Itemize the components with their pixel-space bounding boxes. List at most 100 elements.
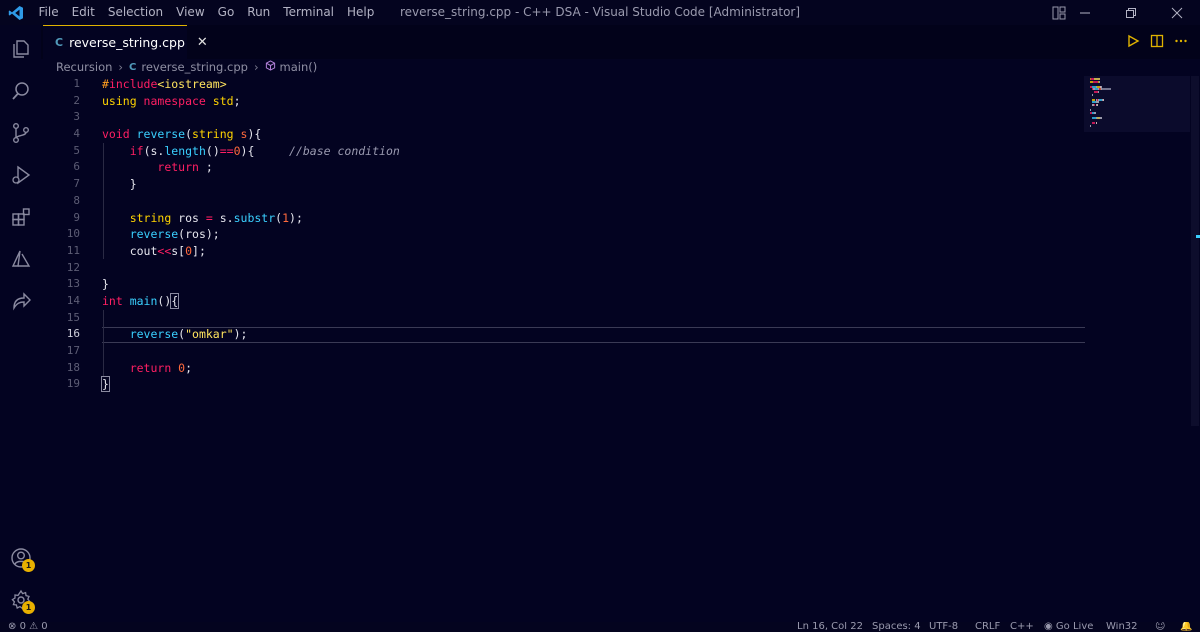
menu-file[interactable]: File	[32, 0, 65, 25]
azure-icon[interactable]	[0, 238, 41, 280]
settings-badge: 1	[22, 601, 35, 614]
code-line: using namespace std;	[102, 93, 241, 108]
activity-bar: 1 1	[0, 25, 41, 622]
restore-button[interactable]	[1108, 0, 1154, 25]
line-number: 14	[66, 293, 80, 307]
feedback-icon[interactable]: ☺	[1155, 622, 1165, 632]
chevron-right-icon: ›	[253, 60, 259, 74]
minimap-token	[1097, 104, 1099, 106]
problems-status[interactable]: ⊗ 0 ⚠ 0	[8, 622, 48, 632]
platform-status[interactable]: Win32	[1106, 622, 1138, 632]
warning-icon: ⚠	[29, 622, 39, 632]
minimap-token	[1096, 122, 1097, 125]
menu-go[interactable]: Go	[211, 0, 241, 25]
line-number: 12	[66, 260, 80, 274]
line-number-active: 16	[66, 327, 80, 341]
minimap-token	[1100, 117, 1102, 119]
accounts-badge: 1	[22, 559, 35, 572]
breadcrumb-file[interactable]: reverse_string.cpp	[141, 60, 248, 74]
cpp-file-icon: C	[55, 36, 64, 49]
line-numbers: 1 2 3 4 5 6 7 8 9 10 11 12 13 14 15 16 1…	[41, 76, 91, 393]
code-editor[interactable]: 1 2 3 4 5 6 7 8 9 10 11 12 13 14 15 16 1…	[41, 76, 1200, 622]
code-line: if(s.length()==0){ //base condition	[129, 143, 400, 158]
error-icon: ⊗	[8, 622, 17, 632]
search-icon[interactable]	[0, 70, 41, 112]
menu-run[interactable]: Run	[241, 0, 277, 25]
line-number: 3	[73, 110, 80, 124]
menu-help[interactable]: Help	[341, 0, 381, 25]
eol-status[interactable]: CRLF	[975, 622, 1000, 632]
minimap-token	[1090, 124, 1091, 127]
line-number: 13	[66, 277, 80, 291]
source-control-icon[interactable]	[0, 112, 41, 154]
line-number: 7	[73, 177, 80, 191]
line-number: 1	[73, 77, 80, 90]
line-number: 15	[66, 310, 80, 324]
line-number: 11	[66, 243, 80, 257]
line-number: 10	[66, 227, 80, 241]
run-debug-icon[interactable]	[0, 154, 41, 196]
go-live-button[interactable]: ◉ Go Live	[1044, 622, 1093, 632]
minimap-token	[1099, 80, 1100, 83]
line-number: 19	[66, 377, 80, 391]
title-bar: File Edit Selection View Go Run Terminal…	[0, 0, 1200, 25]
broadcast-icon: ◉	[1044, 622, 1053, 632]
tab-reverse-string-cpp[interactable]: C reverse_string.cpp ✕	[43, 25, 208, 59]
cursor-position[interactable]: Ln 16, Col 22	[797, 622, 863, 632]
split-editor-icon[interactable]	[1150, 33, 1164, 52]
warning-count: 0	[41, 622, 48, 632]
explorer-icon[interactable]	[0, 28, 41, 70]
window-title: reverse_string.cpp - C++ DSA - Visual St…	[399, 5, 801, 19]
menu-edit[interactable]: Edit	[65, 0, 101, 25]
line-number: 2	[73, 93, 80, 107]
encoding-status[interactable]: UTF-8	[929, 622, 958, 632]
code-line: reverse(ros);	[129, 227, 220, 242]
minimize-button[interactable]	[1062, 0, 1108, 25]
menu-terminal[interactable]: Terminal	[277, 0, 341, 25]
settings-gear-icon[interactable]: 1	[0, 579, 41, 621]
code-line: reverse("omkar");	[129, 327, 248, 342]
line-number: 18	[66, 360, 80, 374]
line-number: 4	[73, 127, 80, 141]
vscode-logo-icon	[0, 0, 32, 25]
run-file-icon[interactable]	[1126, 33, 1140, 52]
menu-view[interactable]: View	[170, 0, 211, 25]
minimap-token	[1092, 93, 1093, 96]
chevron-right-icon: ›	[118, 60, 124, 74]
vertical-scrollbar-thumb[interactable]	[1191, 76, 1199, 426]
tab-label: reverse_string.cpp	[69, 35, 185, 50]
code-lines: #include<iostream> using namespace std; v…	[101, 76, 400, 393]
minimap-token	[1094, 111, 1096, 114]
line-number: 17	[66, 344, 80, 357]
live-share-icon[interactable]	[0, 280, 41, 322]
go-live-label: Go Live	[1055, 622, 1094, 632]
code-line: cout<<s[0];	[102, 243, 206, 258]
line-number: 6	[73, 160, 80, 174]
code-line: }	[101, 376, 110, 393]
status-bar: ⊗ 0 ⚠ 0 Ln 16, Col 22 Spaces: 4 UTF-8 CR…	[0, 622, 1200, 632]
code-line: void reverse(string s){	[102, 127, 262, 142]
close-tab-icon[interactable]: ✕	[197, 35, 208, 50]
extensions-icon[interactable]	[0, 196, 41, 238]
code-line: string ros = s.substr(1);	[129, 210, 303, 225]
breadcrumb-symbol[interactable]: main()	[280, 60, 318, 74]
code-line: return ;	[157, 160, 213, 175]
menu-selection[interactable]: Selection	[101, 0, 169, 25]
breadcrumb-folder[interactable]: Recursion	[56, 60, 112, 74]
minimap-token	[1097, 91, 1099, 93]
cpp-file-icon: C	[129, 61, 137, 73]
notifications-bell-icon[interactable]: 🔔	[1180, 622, 1192, 632]
line-number: 9	[73, 210, 80, 224]
accounts-icon[interactable]: 1	[0, 537, 41, 579]
indentation-status[interactable]: Spaces: 4	[872, 622, 921, 632]
language-mode[interactable]: C++	[1010, 622, 1034, 632]
line-number: 5	[73, 143, 80, 157]
more-actions-icon[interactable]	[1174, 33, 1188, 52]
symbol-method-icon	[265, 60, 276, 74]
minimap[interactable]	[1084, 76, 1190, 132]
close-window-button[interactable]	[1154, 0, 1200, 25]
